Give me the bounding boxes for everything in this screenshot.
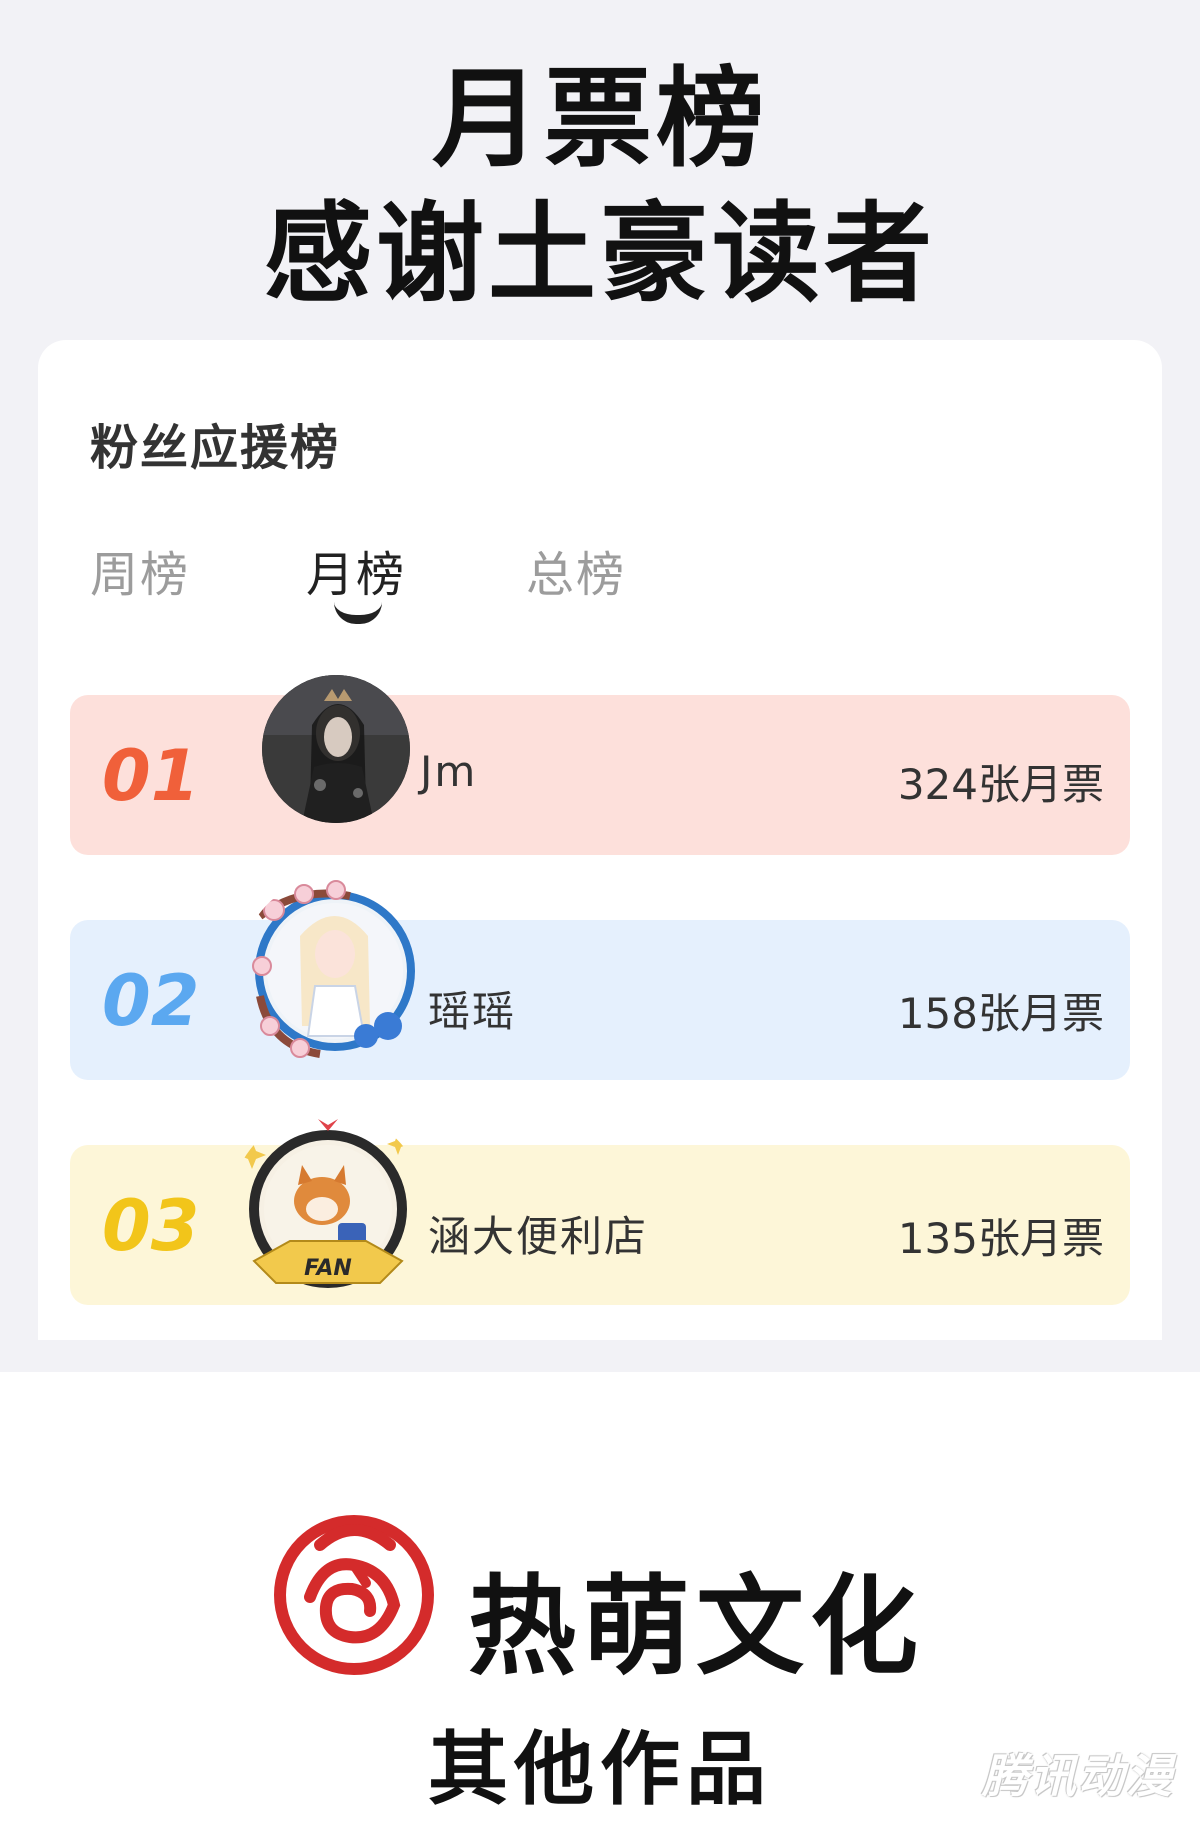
active-tab-indicator xyxy=(334,602,382,624)
ticket-count: 135张月票 xyxy=(897,1214,1104,1263)
tab-weekly[interactable]: 周榜 xyxy=(90,535,190,605)
rank-number: 03 xyxy=(102,1185,200,1267)
user-name: 涵大便利店 xyxy=(428,1212,649,1261)
avatar[interactable] xyxy=(240,876,430,1066)
ticket-count: 158张月票 xyxy=(897,989,1104,1038)
top-area: 月票榜 感谢土豪读者 粉丝应援榜 周榜 月榜 总榜 01 Jm 324张月票 0… xyxy=(0,0,1200,1372)
avatar[interactable]: FAN xyxy=(230,1111,426,1307)
ranking-row-1[interactable]: 01 Jm 324张月票 xyxy=(70,675,1130,855)
rose-logo-icon xyxy=(268,1505,440,1677)
card-title: 粉丝应援榜 xyxy=(90,420,341,476)
tab-total[interactable]: 总榜 xyxy=(526,535,626,605)
brand-name: 热萌文化 xyxy=(468,1565,925,1690)
tab-monthly[interactable]: 月榜 xyxy=(306,535,406,605)
ranking-row-2[interactable]: 02 瑶瑶 158张月票 xyxy=(70,880,1130,1080)
fan-support-card: 粉丝应援榜 周榜 月榜 总榜 01 Jm 324张月票 02 瑶瑶 158张月票… xyxy=(38,340,1162,1340)
rank-number: 01 xyxy=(102,735,200,817)
page-title: 月票榜 xyxy=(431,57,768,182)
page-subtitle: 感谢土豪读者 xyxy=(263,192,936,317)
user-name: 瑶瑶 xyxy=(428,987,517,1036)
user-name: Jm xyxy=(420,747,478,796)
ranking-row-3[interactable]: 03 FAN 涵大便利店 135张月票 xyxy=(70,1119,1130,1305)
rank-number: 02 xyxy=(102,960,200,1042)
svg-text:FAN: FAN xyxy=(304,1256,352,1281)
avatar[interactable] xyxy=(262,675,410,823)
ticket-count: 324张月票 xyxy=(897,760,1104,809)
watermark: 腾讯动漫 xyxy=(982,1749,1174,1803)
